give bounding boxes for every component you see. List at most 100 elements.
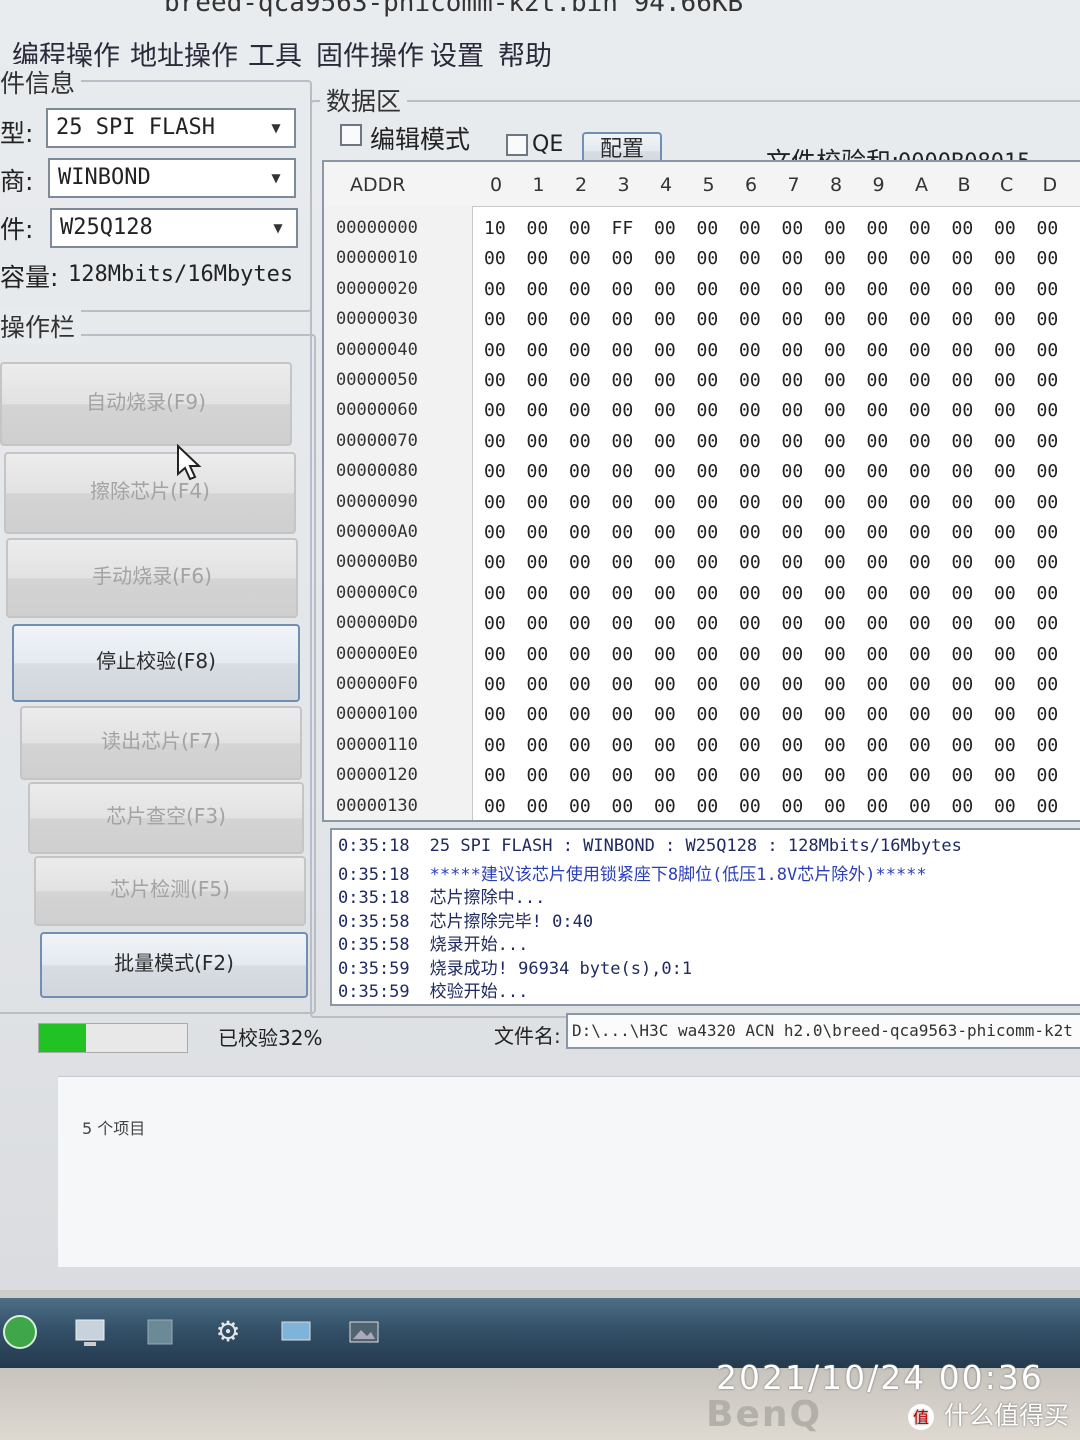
hex-cell[interactable]: 00 [782, 644, 804, 665]
read-chip-button[interactable]: 读出芯片(F7) [20, 706, 302, 780]
hex-cell[interactable]: 00 [569, 279, 591, 300]
hex-cell[interactable]: 00 [1037, 340, 1059, 361]
hex-cell[interactable]: 00 [654, 431, 676, 452]
hex-cell[interactable]: 00 [739, 704, 761, 725]
hex-cell[interactable]: 00 [824, 340, 846, 361]
start-orb-icon[interactable] [0, 1312, 40, 1352]
hex-cell[interactable]: 00 [909, 613, 931, 634]
hex-cell[interactable]: 00 [952, 613, 974, 634]
hex-cell[interactable]: 00 [527, 765, 549, 786]
hex-cell[interactable]: 00 [1037, 796, 1059, 817]
hex-cell[interactable]: 00 [1037, 218, 1059, 239]
hex-cell[interactable]: 00 [782, 583, 804, 604]
chevron-down-icon[interactable]: ▼ [262, 113, 290, 143]
hex-cell[interactable]: 00 [867, 400, 889, 421]
hex-cell[interactable]: 00 [654, 704, 676, 725]
hex-cell[interactable]: 00 [527, 522, 549, 543]
monitor-icon[interactable] [276, 1312, 316, 1352]
hex-cell[interactable]: 00 [782, 704, 804, 725]
hex-cell[interactable]: 00 [739, 765, 761, 786]
hex-cell[interactable]: 00 [994, 735, 1016, 756]
hex-cell[interactable]: 00 [654, 370, 676, 391]
hex-cell[interactable]: 00 [782, 370, 804, 391]
hex-cell[interactable]: 00 [824, 765, 846, 786]
hex-cell[interactable]: 00 [952, 400, 974, 421]
hex-cell[interactable]: 00 [569, 218, 591, 239]
hex-cell[interactable]: 00 [909, 279, 931, 300]
edit-mode-checkbox[interactable] [340, 124, 362, 146]
hex-cell[interactable]: 00 [527, 309, 549, 330]
hex-view[interactable]: ADDR 0123456789ABCD 00000000 00000010 0000… [322, 160, 1080, 822]
hex-cell[interactable]: 00 [867, 796, 889, 817]
hex-cell[interactable]: 00 [909, 583, 931, 604]
hex-cell[interactable]: 00 [782, 552, 804, 573]
hex-cell[interactable]: 00 [739, 674, 761, 695]
hex-cell[interactable]: 00 [739, 309, 761, 330]
hex-cell[interactable]: 00 [782, 248, 804, 269]
hex-cell[interactable]: 00 [1037, 522, 1059, 543]
hex-cell[interactable]: 00 [909, 522, 931, 543]
hex-cell[interactable]: 00 [994, 218, 1016, 239]
hex-cell[interactable]: 00 [867, 431, 889, 452]
hex-cell[interactable]: 00 [484, 431, 506, 452]
hex-cell[interactable]: 00 [739, 613, 761, 634]
hex-cell[interactable]: 00 [824, 218, 846, 239]
hex-cell[interactable]: 00 [824, 552, 846, 573]
hex-cell[interactable]: 00 [1037, 370, 1059, 391]
blank-check-button[interactable]: 芯片查空(F3) [28, 782, 304, 854]
hex-cell[interactable]: 00 [612, 309, 634, 330]
hex-cell[interactable]: 00 [909, 492, 931, 513]
hex-cell[interactable]: 00 [867, 492, 889, 513]
hex-cell[interactable]: 00 [484, 735, 506, 756]
hex-cell[interactable]: 00 [952, 735, 974, 756]
hex-cell[interactable]: 00 [994, 613, 1016, 634]
hex-cell[interactable]: 00 [569, 492, 591, 513]
archive-icon[interactable] [140, 1312, 180, 1352]
hex-cell[interactable]: 00 [612, 248, 634, 269]
hex-cell[interactable]: 00 [654, 674, 676, 695]
hex-cell[interactable]: 00 [569, 522, 591, 543]
hex-cell[interactable]: 00 [527, 279, 549, 300]
hex-cell[interactable]: 00 [654, 552, 676, 573]
hex-cell[interactable]: 00 [867, 461, 889, 482]
hex-cell[interactable]: 00 [654, 248, 676, 269]
hex-cell[interactable]: 00 [867, 522, 889, 543]
chevron-down-icon[interactable]: ▼ [264, 213, 292, 243]
hex-cell[interactable]: 00 [697, 735, 719, 756]
hex-cell[interactable]: 00 [782, 431, 804, 452]
hex-cell[interactable]: 00 [739, 370, 761, 391]
hex-cell[interactable]: 00 [1037, 309, 1059, 330]
hex-cell[interactable]: 00 [739, 583, 761, 604]
hex-cell[interactable]: 00 [824, 279, 846, 300]
hex-cell[interactable]: 00 [739, 492, 761, 513]
hex-cell[interactable]: 00 [569, 340, 591, 361]
hex-cell[interactable]: 00 [569, 248, 591, 269]
gear-icon[interactable]: ⚙ [208, 1312, 248, 1352]
hex-cell[interactable]: 00 [952, 583, 974, 604]
hex-cell[interactable]: 00 [909, 735, 931, 756]
hex-cell[interactable]: 00 [527, 248, 549, 269]
hex-cell[interactable]: 00 [867, 340, 889, 361]
hex-cell[interactable]: 00 [1037, 279, 1059, 300]
hex-cell[interactable]: 00 [612, 674, 634, 695]
hex-cell[interactable]: 00 [952, 370, 974, 391]
hex-cell[interactable]: 00 [909, 340, 931, 361]
hex-cell[interactable]: 00 [1037, 583, 1059, 604]
hex-cell[interactable]: 00 [739, 431, 761, 452]
hex-cell[interactable]: 00 [484, 613, 506, 634]
hex-cell[interactable]: 00 [994, 552, 1016, 573]
hex-cell[interactable]: 00 [994, 765, 1016, 786]
hex-cell[interactable]: 00 [867, 613, 889, 634]
hex-cell[interactable]: 00 [569, 735, 591, 756]
hex-cell[interactable]: 00 [952, 552, 974, 573]
hex-cell[interactable]: 00 [994, 644, 1016, 665]
hex-cell[interactable]: 00 [1037, 765, 1059, 786]
hex-cell[interactable]: 00 [952, 279, 974, 300]
hex-cell[interactable]: 00 [527, 674, 549, 695]
hex-cell[interactable]: 00 [612, 613, 634, 634]
hex-cell[interactable]: 00 [994, 583, 1016, 604]
hex-cell[interactable]: 00 [484, 765, 506, 786]
hex-cell[interactable]: 00 [739, 400, 761, 421]
hex-cell[interactable]: 00 [654, 644, 676, 665]
hex-cell[interactable]: 00 [782, 309, 804, 330]
